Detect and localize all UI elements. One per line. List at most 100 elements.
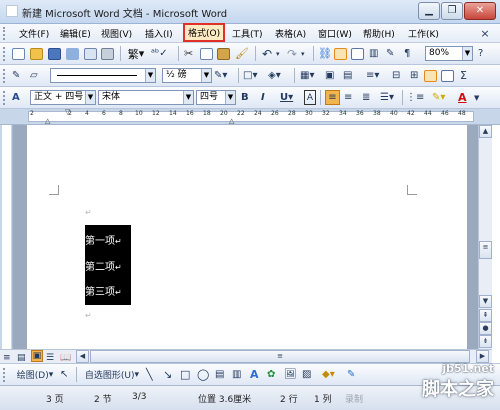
distributed-button[interactable]: ☰▾	[380, 90, 394, 105]
autoshapes-button[interactable]: 自选图形(U) ▾	[80, 367, 144, 382]
font-size-dropdown-icon[interactable]: ▼	[225, 91, 235, 104]
zoom-dropdown-icon[interactable]: ▼	[462, 47, 472, 60]
document-page[interactable]: ↵ 第一项↵ 第二项↵ 第三项↵ ↵	[27, 125, 467, 349]
save-icon[interactable]	[48, 46, 61, 61]
font-color-dropdown-icon[interactable]: ▼	[474, 90, 479, 105]
toolbar-grip[interactable]	[3, 91, 6, 105]
eraser-icon[interactable]: ▱	[30, 68, 38, 83]
distribute-columns-icon[interactable]: ⊞	[410, 68, 418, 83]
style-select[interactable]: 正文 + 四号 ▼	[30, 90, 96, 105]
menu-close-doc-icon[interactable]: ×	[478, 26, 492, 41]
list-line-1[interactable]: 第一项↵	[85, 232, 122, 247]
menu-format[interactable]: 格式(O)	[182, 23, 226, 42]
highlight-color-icon[interactable]: ✎▾	[432, 90, 445, 105]
right-indent-marker-icon[interactable]: △	[229, 117, 234, 125]
print-layout-icon[interactable]: ▣	[31, 350, 43, 362]
insert-table-dropdown-icon[interactable]: ▦▾	[300, 68, 314, 83]
diagram-icon[interactable]: ✿	[267, 367, 275, 382]
menu-window[interactable]: 窗口(W)	[318, 27, 352, 40]
help-icon[interactable]: ?	[478, 46, 483, 61]
textbox-icon[interactable]: ▤	[215, 367, 224, 382]
next-page-icon[interactable]: ⇟	[479, 335, 492, 348]
print-icon[interactable]	[101, 46, 114, 61]
font-size-select[interactable]: 四号 ▼	[196, 90, 236, 105]
list-line-2[interactable]: 第二项↵	[85, 258, 122, 273]
toolbar-grip[interactable]	[3, 368, 6, 382]
distribute-rows-icon[interactable]: ⊟	[392, 68, 400, 83]
zoom-select[interactable]: 80% ▼	[425, 46, 473, 61]
menu-insert[interactable]: 插入(I)	[145, 27, 173, 40]
line-tool-icon[interactable]: ╲	[146, 367, 153, 382]
font-color-icon[interactable]: A	[458, 90, 467, 105]
horizontal-scroll-thumb[interactable]: ≡	[90, 350, 470, 363]
print-preview-icon[interactable]	[84, 46, 97, 61]
styles-formatting-icon[interactable]: A	[12, 90, 20, 105]
permission-icon[interactable]	[66, 46, 79, 61]
char-border-button[interactable]: A	[304, 90, 316, 105]
menu-edit[interactable]: 编辑(E)	[60, 27, 91, 40]
line-style-select[interactable]: ▼	[50, 68, 156, 83]
align-right-button[interactable]: ≣	[362, 90, 370, 105]
table-autoformat-icon[interactable]	[424, 68, 437, 83]
status-recording[interactable]: 录制	[345, 392, 363, 405]
split-cells-icon[interactable]: ▤	[343, 68, 352, 83]
line-color-icon[interactable]: ✎	[347, 367, 355, 382]
draw-table-icon[interactable]: ✎	[12, 68, 20, 83]
copy-icon[interactable]	[200, 46, 213, 61]
open-folder-icon[interactable]	[30, 46, 43, 61]
arrow-tool-icon[interactable]: ↘	[163, 367, 172, 382]
minimize-button[interactable]: ▁	[418, 2, 440, 20]
align-justify-button[interactable]: ≡	[325, 90, 340, 105]
border-color-icon[interactable]: ✎▾	[214, 68, 227, 83]
align-cell-icon[interactable]: ≡▾	[366, 68, 379, 83]
insert-table-icon[interactable]	[351, 46, 364, 61]
menu-work[interactable]: 工作(K)	[408, 27, 439, 40]
shading-color-icon[interactable]: ◈▾	[268, 68, 281, 83]
first-line-indent-marker-icon[interactable]: ▽	[65, 108, 70, 116]
merge-cells-icon[interactable]: ▣	[325, 68, 334, 83]
vertical-textbox-icon[interactable]: ▥	[232, 367, 241, 382]
clipart-icon[interactable]: 🖼	[284, 367, 297, 382]
scroll-left-icon[interactable]: ◀	[76, 350, 89, 363]
autosum-icon[interactable]: Σ	[460, 68, 467, 83]
draw-menu-button[interactable]: 绘图(D) ▾	[12, 367, 58, 382]
vertical-scrollbar[interactable]: ▲ ≡ ▼ ⇞ ● ⇟	[478, 125, 492, 349]
toolbar-grip[interactable]	[3, 69, 6, 83]
show-hide-icon[interactable]: ¶	[404, 46, 410, 61]
style-dropdown-icon[interactable]: ▼	[85, 91, 95, 104]
bullets-icon[interactable]: ⋮≡	[406, 90, 424, 105]
drawing-toggle-icon[interactable]: ✎	[386, 46, 394, 61]
spelling-icon[interactable]: ᵃᵇ✓	[151, 46, 168, 61]
menu-table[interactable]: 表格(A)	[275, 27, 306, 40]
table-grid-icon[interactable]	[441, 68, 454, 83]
rectangle-tool-icon[interactable]: □	[180, 367, 190, 382]
tables-borders-icon[interactable]	[334, 46, 347, 61]
toolbar-grip[interactable]	[3, 47, 6, 61]
bold-button[interactable]: B	[241, 90, 249, 105]
select-objects-icon[interactable]: ↖	[60, 367, 68, 382]
redo-icon[interactable]: ↷	[287, 46, 297, 61]
line-style-dropdown-icon[interactable]: ▼	[145, 69, 155, 82]
font-select[interactable]: 宋体 ▼	[98, 90, 194, 105]
horizontal-ruler[interactable]: 2 2 4 6 8 10 12 14 16 18 20 22 24 26 28 …	[0, 108, 500, 125]
underline-button[interactable]: U ▾	[280, 90, 293, 105]
scroll-down-icon[interactable]: ▼	[479, 295, 492, 308]
font-dropdown-icon[interactable]: ▼	[183, 91, 193, 104]
menu-tools[interactable]: 工具(T)	[232, 27, 263, 40]
previous-page-icon[interactable]: ⇞	[479, 309, 492, 322]
left-indent-marker-icon[interactable]: △	[45, 117, 50, 125]
menu-view[interactable]: 视图(V)	[101, 27, 132, 40]
redo-dropdown-icon[interactable]: ▾	[301, 46, 305, 61]
menu-file[interactable]: 文件(F)	[19, 27, 49, 40]
new-document-icon[interactable]	[12, 46, 25, 61]
select-browse-object-icon[interactable]: ●	[479, 322, 492, 335]
paste-icon[interactable]	[217, 46, 230, 61]
restore-button[interactable]: ❐	[441, 2, 463, 20]
undo-dropdown-icon[interactable]: ▾	[276, 46, 280, 61]
hyperlink-icon[interactable]: ⛓	[318, 46, 332, 61]
list-line-3[interactable]: 第三项↵	[85, 283, 122, 298]
traditional-chinese-button[interactable]: 繁 ▾	[125, 46, 147, 61]
oval-tool-icon[interactable]: ◯	[197, 367, 209, 382]
cut-icon[interactable]: ✂	[184, 46, 193, 61]
align-center-button[interactable]: ≡	[344, 90, 352, 105]
